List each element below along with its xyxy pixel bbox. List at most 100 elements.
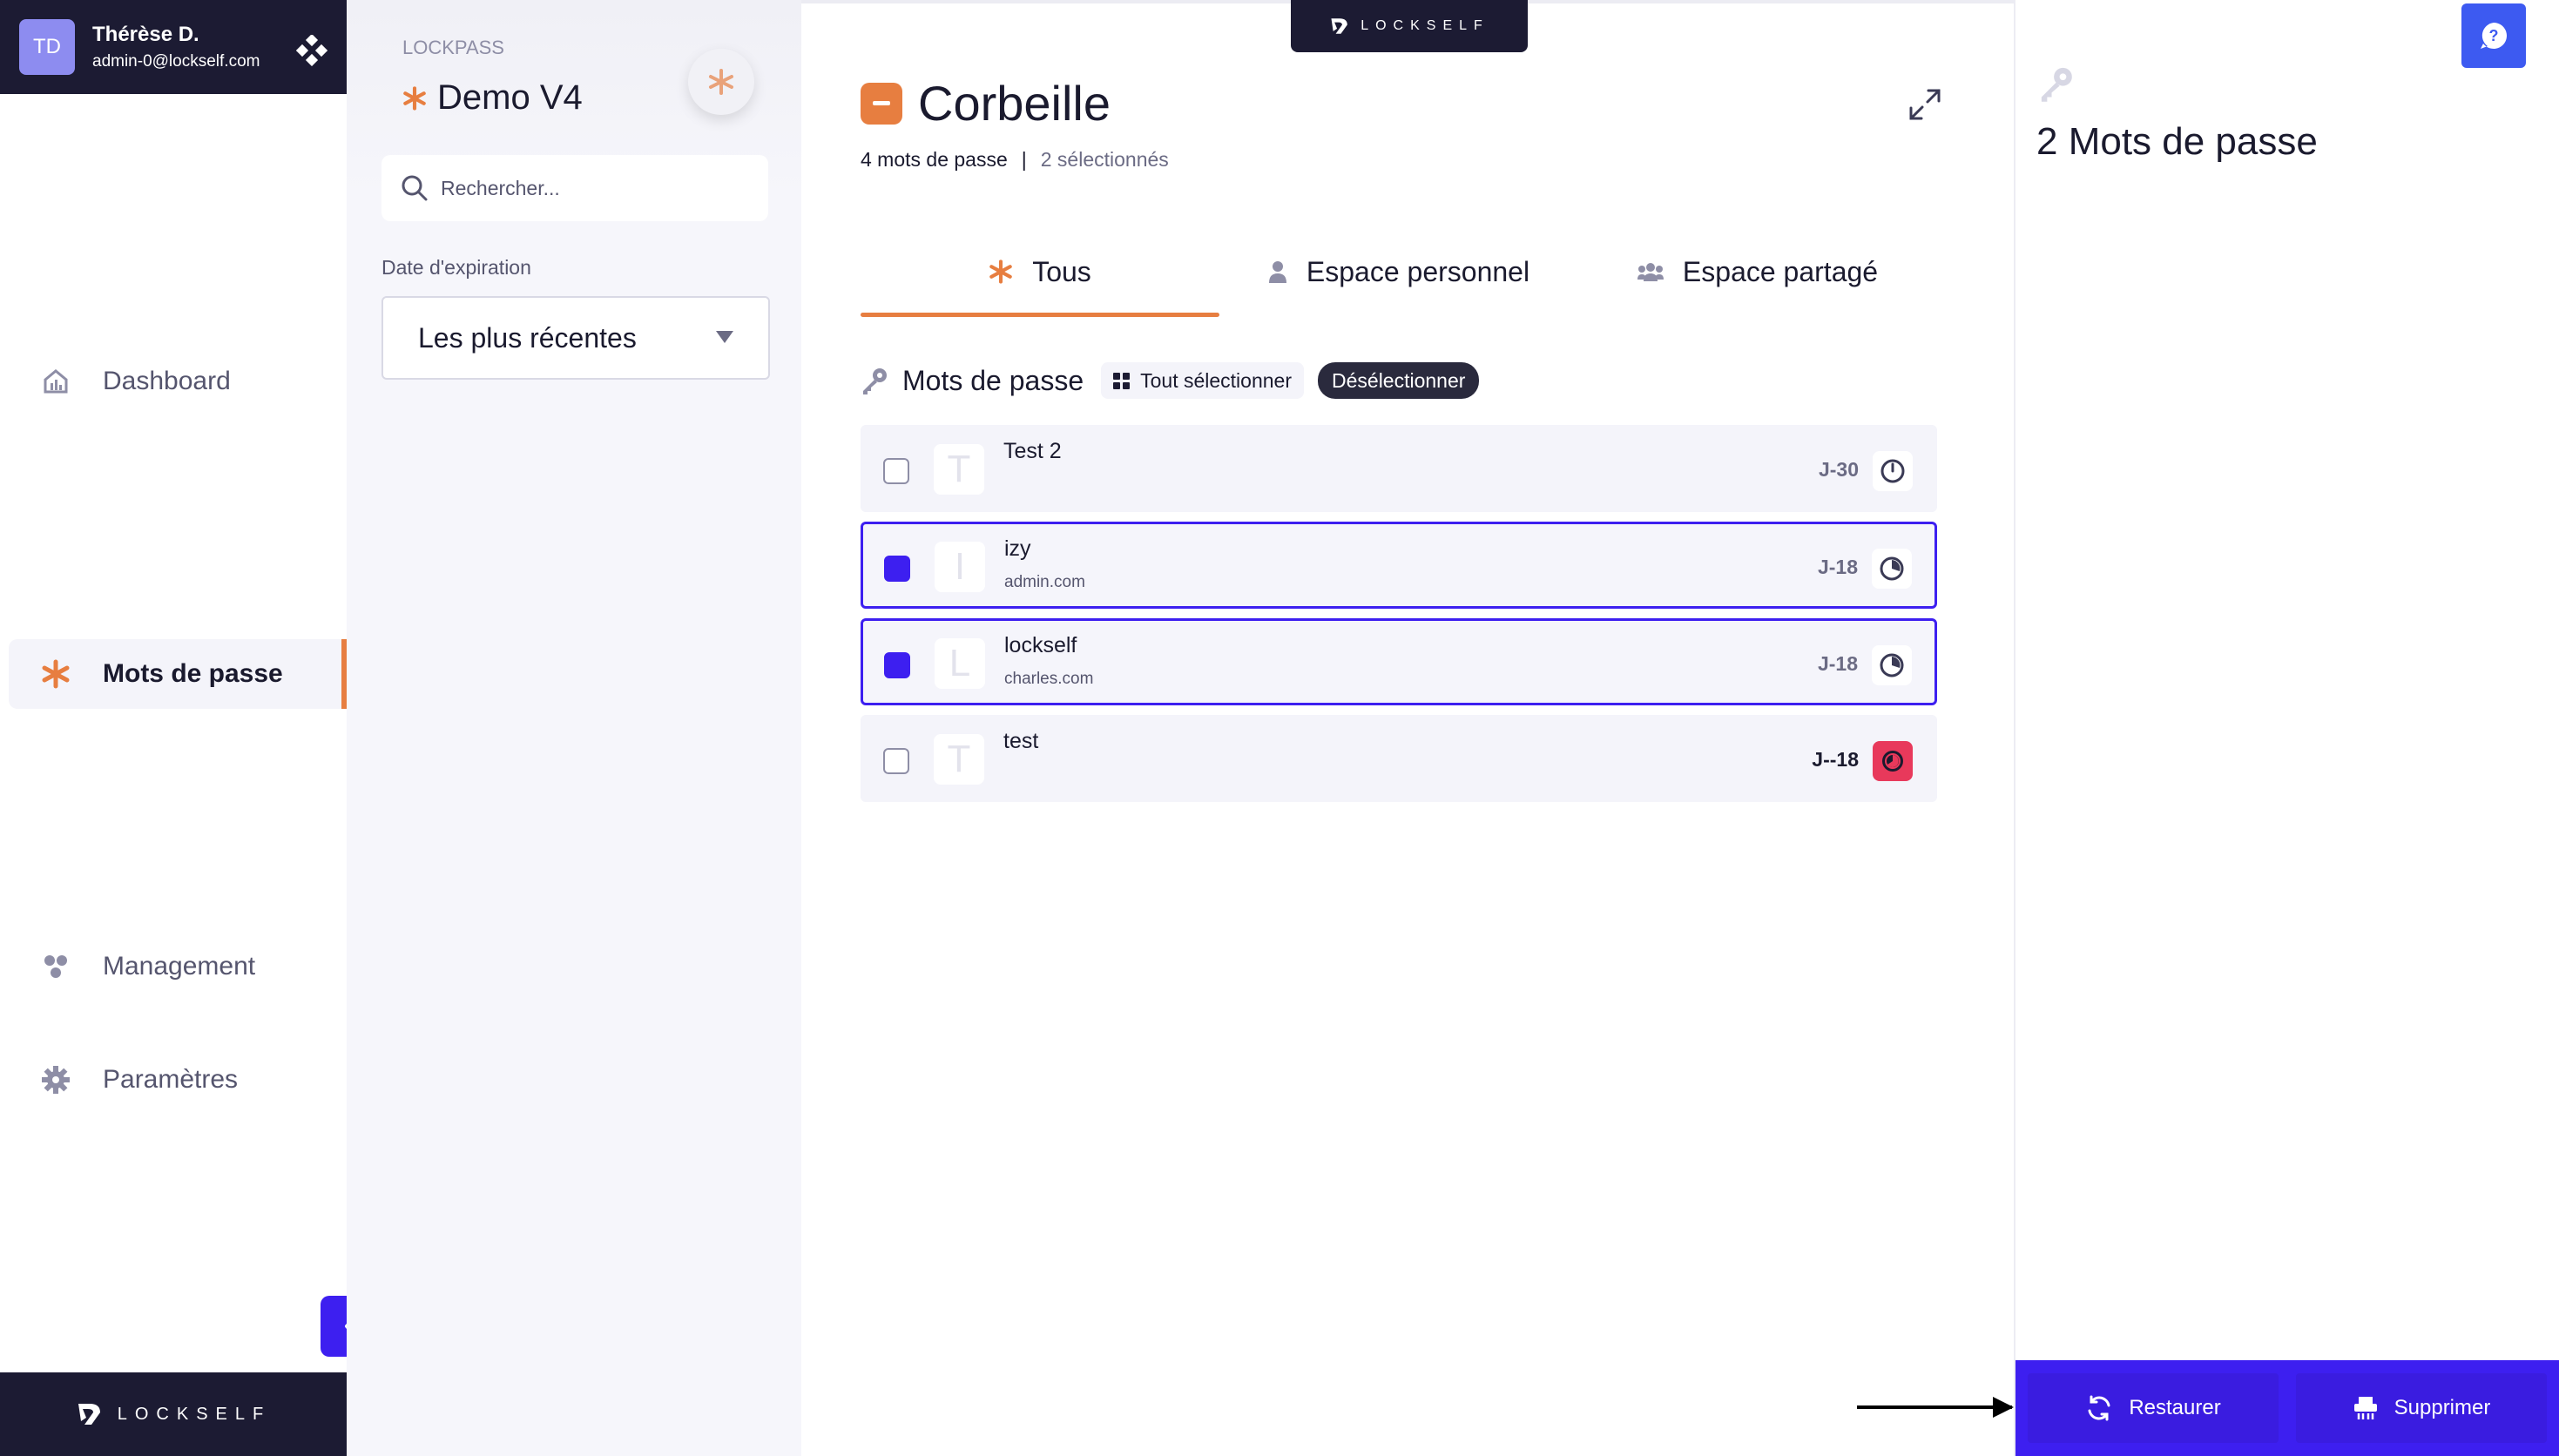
avatar: TD xyxy=(19,19,75,75)
row-name: lockself xyxy=(1004,633,1077,657)
top-brand-text: LOCKSELF xyxy=(1361,18,1489,33)
select-all-label: Tout sélectionner xyxy=(1140,368,1292,392)
help-chat-icon: ? xyxy=(2481,23,2507,49)
password-count: 4 mots de passe xyxy=(861,148,1008,171)
tab-shared-space[interactable]: Espace partagé xyxy=(1578,226,1937,317)
asterisk-icon xyxy=(40,658,71,690)
row-avatar: T xyxy=(934,444,984,495)
restore-label: Restaurer xyxy=(2129,1396,2221,1419)
table-row[interactable]: I izy admin.com J-18 xyxy=(861,522,1937,609)
tab-personal-space[interactable]: Espace personnel xyxy=(1219,226,1578,317)
space-title: Demo V4 xyxy=(402,78,583,118)
clock-icon xyxy=(1872,645,1912,685)
page-title: Corbeille xyxy=(861,75,1111,131)
nav-item-passwords[interactable]: Mots de passe xyxy=(9,639,347,709)
clock-icon xyxy=(1873,451,1913,491)
key-icon xyxy=(2038,64,2076,107)
table-row[interactable]: L lockself charles.com J-18 xyxy=(861,618,1937,705)
row-checkbox[interactable] xyxy=(884,556,910,582)
search-input[interactable] xyxy=(441,176,754,200)
row-avatar: T xyxy=(934,734,984,785)
expand-icon[interactable] xyxy=(1907,87,1942,122)
row-expiry: J-18 xyxy=(1817,652,1858,675)
filter-panel: LOCKPASS Demo V4 Date d'expiration Les p… xyxy=(347,0,801,1456)
space-tabs: Tous Espace personnel Espace partagé xyxy=(861,226,1937,317)
nav-label-settings: Paramètres xyxy=(103,1065,239,1094)
nav-brand-text: LOCKSELF xyxy=(117,1404,272,1424)
sort-select[interactable]: Les plus récentes xyxy=(381,296,770,380)
svg-text:?: ? xyxy=(2489,27,2499,44)
asterisk-icon xyxy=(403,85,426,111)
top-brand-tab: LOCKSELF xyxy=(1291,0,1528,52)
refresh-icon xyxy=(2085,1394,2113,1422)
nav-item-management[interactable]: Management xyxy=(9,932,347,1001)
person-icon xyxy=(1268,260,1287,283)
row-checkbox[interactable] xyxy=(884,652,910,678)
user-name: Thérèse D. xyxy=(92,23,199,46)
expired-clock-icon xyxy=(1873,741,1913,781)
bulk-action-bar: Restaurer Supprimer xyxy=(2015,1360,2559,1456)
row-name: test xyxy=(1003,729,1039,753)
space-title-text: Demo V4 xyxy=(437,78,583,117)
clock-icon xyxy=(1872,549,1912,589)
help-button[interactable]: ? xyxy=(2461,3,2526,68)
deselect-button[interactable]: Désélectionner xyxy=(1318,362,1480,399)
row-avatar: I xyxy=(935,542,985,592)
search-box[interactable] xyxy=(381,155,768,221)
caret-down-icon xyxy=(716,331,733,343)
select-all-button[interactable]: Tout sélectionner xyxy=(1101,362,1304,399)
sort-select-value: Les plus récentes xyxy=(418,321,637,354)
list-header: Mots de passe Tout sélectionner Désélect… xyxy=(861,362,1480,399)
table-row[interactable]: T Test 2 J-30 xyxy=(861,425,1937,512)
group-icon xyxy=(1637,262,1664,281)
selected-count: 2 sélectionnés xyxy=(1040,148,1169,171)
gear-icon xyxy=(40,1064,71,1095)
nav-label-dashboard: Dashboard xyxy=(103,367,231,395)
asterisk-icon xyxy=(989,260,1013,284)
key-icon xyxy=(863,368,887,394)
main-sidebar: TD Thérèse D. admin-0@lockself.com Dashb… xyxy=(0,0,347,1456)
row-expiry: J--18 xyxy=(1812,748,1859,771)
summary-separator: | xyxy=(1021,148,1027,171)
user-email: admin-0@lockself.com xyxy=(92,52,260,71)
management-icon xyxy=(40,951,71,982)
detail-panel xyxy=(2014,0,2559,1456)
deselect-label: Désélectionner xyxy=(1332,368,1466,392)
delete-button[interactable]: Supprimer xyxy=(2296,1373,2547,1443)
row-expiry: J-30 xyxy=(1818,458,1859,481)
nav-footer-brand: LOCKSELF xyxy=(0,1372,347,1456)
tab-personal-label: Espace personnel xyxy=(1306,255,1530,287)
nav-item-dashboard[interactable]: Dashboard xyxy=(9,347,347,416)
list-title: Mots de passe xyxy=(902,364,1084,396)
row-avatar: L xyxy=(935,638,985,689)
apps-diamond-icon[interactable] xyxy=(296,35,327,66)
row-checkbox[interactable] xyxy=(883,748,909,774)
lockself-logo-icon xyxy=(1331,18,1348,34)
tab-all[interactable]: Tous xyxy=(861,226,1219,317)
table-row[interactable]: T test J--18 xyxy=(861,715,1937,802)
row-expiry: J-18 xyxy=(1817,556,1858,578)
restore-button[interactable]: Restaurer xyxy=(2028,1373,2279,1443)
row-name: izy xyxy=(1004,536,1031,561)
nav-label-management: Management xyxy=(103,952,256,981)
pointer-arrow xyxy=(1857,1397,2014,1418)
selection-summary: 4 mots de passe | 2 sélectionnés xyxy=(861,148,1169,172)
nav-item-settings[interactable]: Paramètres xyxy=(9,1045,347,1115)
trash-icon xyxy=(861,82,902,125)
row-url: admin.com xyxy=(1004,573,1085,591)
row-checkbox[interactable] xyxy=(883,458,909,484)
tab-all-label: Tous xyxy=(1032,255,1091,287)
password-list: T Test 2 J-30 I izy admin.com J-18 L loc… xyxy=(861,425,1937,812)
dashboard-icon xyxy=(40,366,71,397)
grid-icon xyxy=(1113,372,1131,389)
row-url: charles.com xyxy=(1004,670,1094,688)
user-info: Thérèse D. admin-0@lockself.com xyxy=(92,23,260,71)
page-title-text: Corbeille xyxy=(918,76,1111,131)
lockself-logo-icon xyxy=(78,1404,100,1425)
nav-label-passwords: Mots de passe xyxy=(103,659,283,688)
shredder-icon xyxy=(2353,1395,2379,1421)
user-bar[interactable]: TD Thérèse D. admin-0@lockself.com xyxy=(0,0,347,94)
space-shield-icon xyxy=(688,49,754,115)
row-name: Test 2 xyxy=(1003,439,1062,463)
detail-title: 2 Mots de passe xyxy=(2036,120,2318,163)
